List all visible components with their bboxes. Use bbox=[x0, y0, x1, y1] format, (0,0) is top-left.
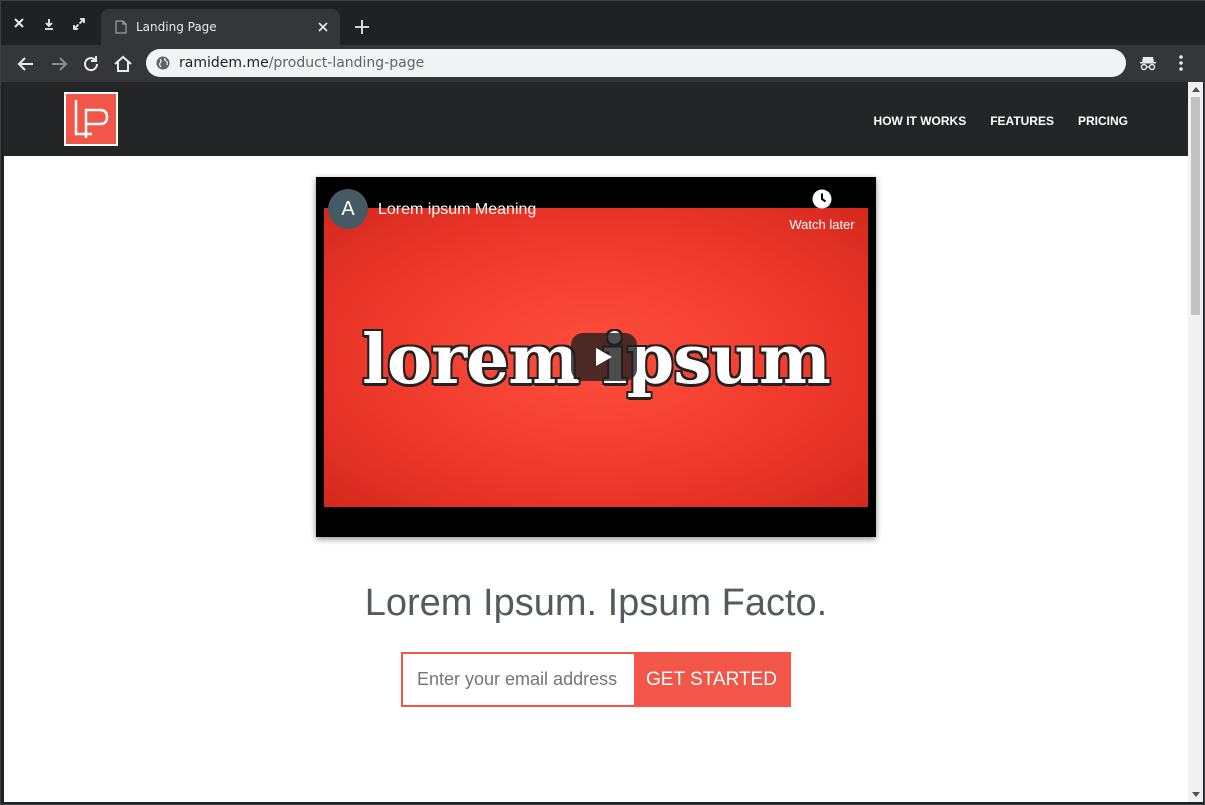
home-icon[interactable] bbox=[112, 53, 134, 75]
close-icon[interactable] bbox=[316, 20, 330, 34]
expand-icon[interactable] bbox=[69, 15, 89, 35]
lp-logo-icon bbox=[74, 100, 109, 138]
incognito-icon[interactable] bbox=[1138, 53, 1158, 73]
browser-toolbar: ramidem.me/product-landing-page bbox=[1, 45, 1205, 82]
scroll-down-icon[interactable] bbox=[1192, 792, 1200, 797]
watch-later-button[interactable]: Watch later bbox=[782, 189, 862, 232]
tab-title: Landing Page bbox=[136, 20, 217, 34]
reload-icon[interactable] bbox=[80, 53, 102, 75]
clock-icon bbox=[812, 189, 832, 209]
scroll-up-icon[interactable] bbox=[1192, 87, 1200, 92]
download-icon[interactable] bbox=[39, 15, 59, 35]
active-tab[interactable]: Landing Page bbox=[101, 9, 340, 45]
close-window-icon[interactable] bbox=[9, 15, 29, 35]
nav-pricing[interactable]: PRICING bbox=[1078, 114, 1128, 128]
address-bar[interactable]: ramidem.me/product-landing-page bbox=[146, 49, 1126, 77]
page-viewport: HOW IT WORKS FEATURES PRICING lorem ipsu… bbox=[4, 82, 1188, 802]
signup-form: GET STARTED bbox=[401, 652, 791, 707]
url-text: ramidem.me/product-landing-page bbox=[179, 55, 424, 71]
nav-features[interactable]: FEATURES bbox=[990, 114, 1054, 128]
page-icon bbox=[115, 20, 127, 34]
video-title[interactable]: Lorem ipsum Meaning bbox=[378, 201, 536, 219]
globe-icon[interactable] bbox=[156, 56, 170, 70]
nav-how-it-works[interactable]: HOW IT WORKS bbox=[874, 114, 967, 128]
scroll-thumb[interactable] bbox=[1191, 97, 1200, 315]
play-button[interactable] bbox=[571, 333, 637, 381]
tab-strip: Landing Page bbox=[1, 1, 1205, 45]
video-thumbnail[interactable]: lorem ipsum bbox=[324, 208, 868, 507]
browser-window: Landing Page ramidem.me/product-landing-… bbox=[0, 0, 1205, 805]
page-scrollbar[interactable] bbox=[1188, 82, 1203, 802]
get-started-button[interactable]: GET STARTED bbox=[634, 654, 789, 705]
back-arrow-icon[interactable] bbox=[15, 53, 37, 75]
play-icon bbox=[596, 348, 612, 366]
forward-arrow-icon[interactable] bbox=[48, 53, 70, 75]
url-host: ramidem.me bbox=[179, 55, 269, 71]
site-header: HOW IT WORKS FEATURES PRICING bbox=[4, 82, 1188, 156]
video-player[interactable]: lorem ipsum A Lorem ipsum Meaning Watch … bbox=[316, 177, 876, 537]
url-path: /product-landing-page bbox=[268, 55, 425, 71]
hero-headline: Lorem Ipsum. Ipsum Facto. bbox=[364, 582, 828, 624]
channel-avatar[interactable]: A bbox=[328, 189, 368, 229]
email-field[interactable] bbox=[403, 654, 634, 705]
site-logo[interactable] bbox=[64, 92, 118, 146]
main-nav: HOW IT WORKS FEATURES PRICING bbox=[874, 114, 1128, 128]
watch-later-label: Watch later bbox=[789, 217, 855, 232]
kebab-menu-icon[interactable] bbox=[1171, 53, 1191, 73]
plus-icon[interactable] bbox=[352, 17, 372, 37]
